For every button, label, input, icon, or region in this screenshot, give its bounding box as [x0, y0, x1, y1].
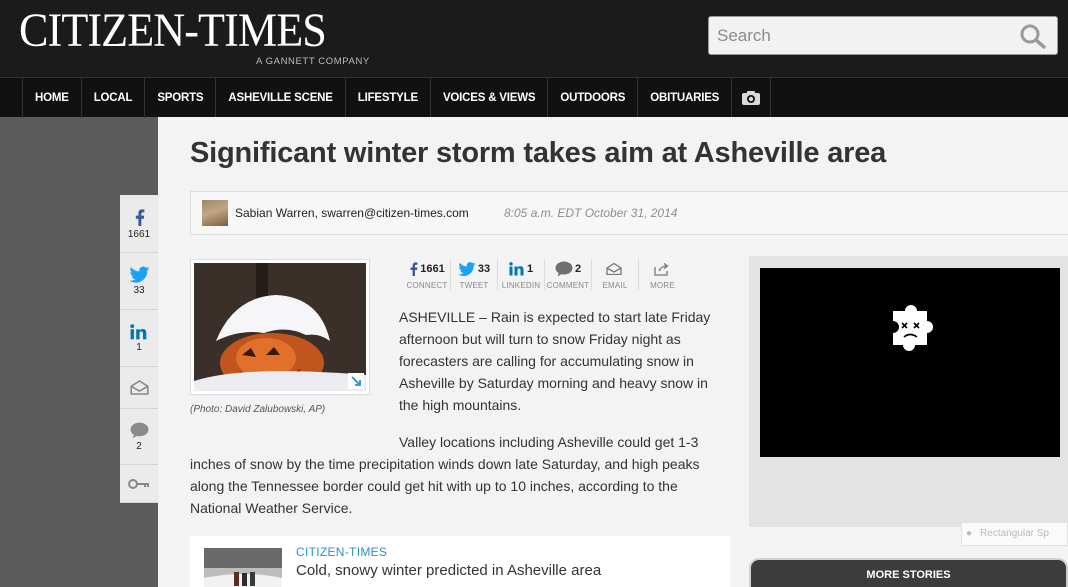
ad-label-text: Rectangular Sp — [980, 528, 1049, 539]
rail-comment[interactable]: 2 — [120, 409, 158, 465]
rail-email[interactable] — [120, 367, 158, 409]
comment-count: 2 — [574, 263, 582, 275]
article-headline: Significant winter storm takes aim at As… — [190, 137, 887, 169]
key-icon — [128, 478, 149, 489]
facebook-icon — [410, 262, 418, 276]
logo-subtitle: A GANNETT COMPANY — [256, 56, 370, 67]
facebook-icon — [135, 208, 144, 226]
nav-local[interactable]: LOCAL — [80, 78, 145, 118]
ad-dot-icon: ● — [966, 528, 973, 539]
rail-facebook[interactable]: 1661 — [120, 195, 158, 253]
twitter-icon — [458, 262, 476, 276]
share-comment[interactable]: 2 COMMENT — [545, 259, 592, 290]
article-paragraph: ASHEVILLE – Rain is expected to start la… — [399, 309, 711, 413]
email-icon — [606, 263, 622, 275]
rail-comment-count: 2 — [136, 440, 142, 452]
author-avatar — [202, 200, 228, 226]
nav-outdoors[interactable]: OUTDOORS — [547, 78, 637, 118]
site-logo[interactable]: CITIZEN-TIMES — [19, 5, 327, 57]
nav-photos[interactable] — [731, 78, 772, 118]
nav-lifestyle[interactable]: LIFESTYLE — [344, 78, 430, 118]
share-email[interactable]: EMAIL — [592, 259, 639, 290]
twitter-count: 33 — [477, 263, 491, 275]
facebook-count: 1661 — [420, 263, 445, 275]
main-nav: HOME LOCAL SPORTS ASHEVILLE SCENE LIFEST… — [0, 77, 1068, 118]
twitter-icon — [128, 266, 149, 283]
byline: Sabian Warren, swarren@citizen-times.com… — [190, 191, 1068, 235]
nav-home[interactable]: HOME — [22, 78, 81, 118]
related-story[interactable]: CITIZEN-TIMES Cold, snowy winter predict… — [190, 536, 730, 587]
rail-more[interactable] — [120, 465, 158, 503]
share-label: COMMENT — [546, 281, 590, 290]
search-icon[interactable] — [1019, 23, 1047, 49]
related-title[interactable]: Cold, snowy winter predicted in Ashevill… — [296, 562, 601, 579]
comment-icon — [130, 422, 148, 438]
nav-sports[interactable]: SPORTS — [144, 78, 215, 118]
share-linkedin[interactable]: 1 LINKEDIN — [498, 259, 545, 290]
nav-voices-views[interactable]: VOICES & VIEWS — [429, 78, 547, 118]
share-label: LINKEDIN — [501, 281, 541, 290]
plugin-error-icon — [893, 305, 933, 351]
nav-asheville-scene[interactable]: ASHEVILLE SCENE — [215, 78, 344, 118]
author-name[interactable]: Sabian Warren, swarren@citizen-times.com — [235, 206, 469, 220]
ad-container — [749, 256, 1068, 527]
share-facebook[interactable]: 1661 CONNECT — [404, 259, 451, 290]
rail-linkedin-count: 1 — [136, 341, 142, 353]
rail-linkedin[interactable]: 1 — [120, 310, 158, 367]
photo-caption: (Photo: David Zalubowski, AP) — [190, 404, 326, 415]
camera-icon — [742, 91, 761, 105]
share-toolbar: 1661 CONNECT 33 TWEET 1 LINKEDIN 2 COMME… — [404, 259, 686, 290]
related-kicker[interactable]: CITIZEN-TIMES — [296, 545, 387, 559]
nav-obituaries[interactable]: OBITUARIES — [637, 78, 731, 118]
share-twitter[interactable]: 33 TWEET — [451, 259, 498, 290]
article-paragraph: Valley locations including Asheville cou… — [190, 434, 700, 516]
email-icon — [129, 380, 149, 395]
search-box — [708, 16, 1058, 55]
masthead: CITIZEN-TIMES A GANNETT COMPANY — [0, 0, 1068, 77]
rail-facebook-count: 1661 — [127, 228, 151, 240]
linkedin-count: 1 — [526, 263, 534, 275]
share-label: EMAIL — [602, 281, 628, 290]
share-label: CONNECT — [406, 281, 448, 290]
comment-icon — [555, 261, 573, 277]
search-input[interactable] — [709, 17, 1009, 54]
share-rail: 1661 33 1 2 — [120, 195, 158, 503]
more-stories-button[interactable]: MORE STORIES — [749, 558, 1068, 587]
pumpkin-photo — [194, 263, 366, 391]
share-label: MORE — [650, 281, 675, 290]
article-timestamp: 8:05 a.m. EDT October 31, 2014 — [504, 206, 678, 220]
ad-video-player[interactable] — [760, 268, 1060, 457]
linkedin-icon — [509, 262, 524, 276]
linkedin-icon — [130, 323, 147, 339]
share-label: TWEET — [459, 281, 489, 290]
ad-label: ● Rectangular Sp — [961, 522, 1068, 546]
article-photo[interactable] — [190, 259, 370, 395]
share-more[interactable]: MORE — [639, 259, 686, 290]
related-thumbnail — [204, 548, 282, 587]
photo-image — [194, 263, 366, 391]
rail-twitter-count: 33 — [133, 285, 145, 296]
share-icon — [653, 262, 669, 276]
article-container: Significant winter storm takes aim at As… — [158, 117, 1068, 587]
rail-twitter[interactable]: 33 — [120, 253, 158, 310]
